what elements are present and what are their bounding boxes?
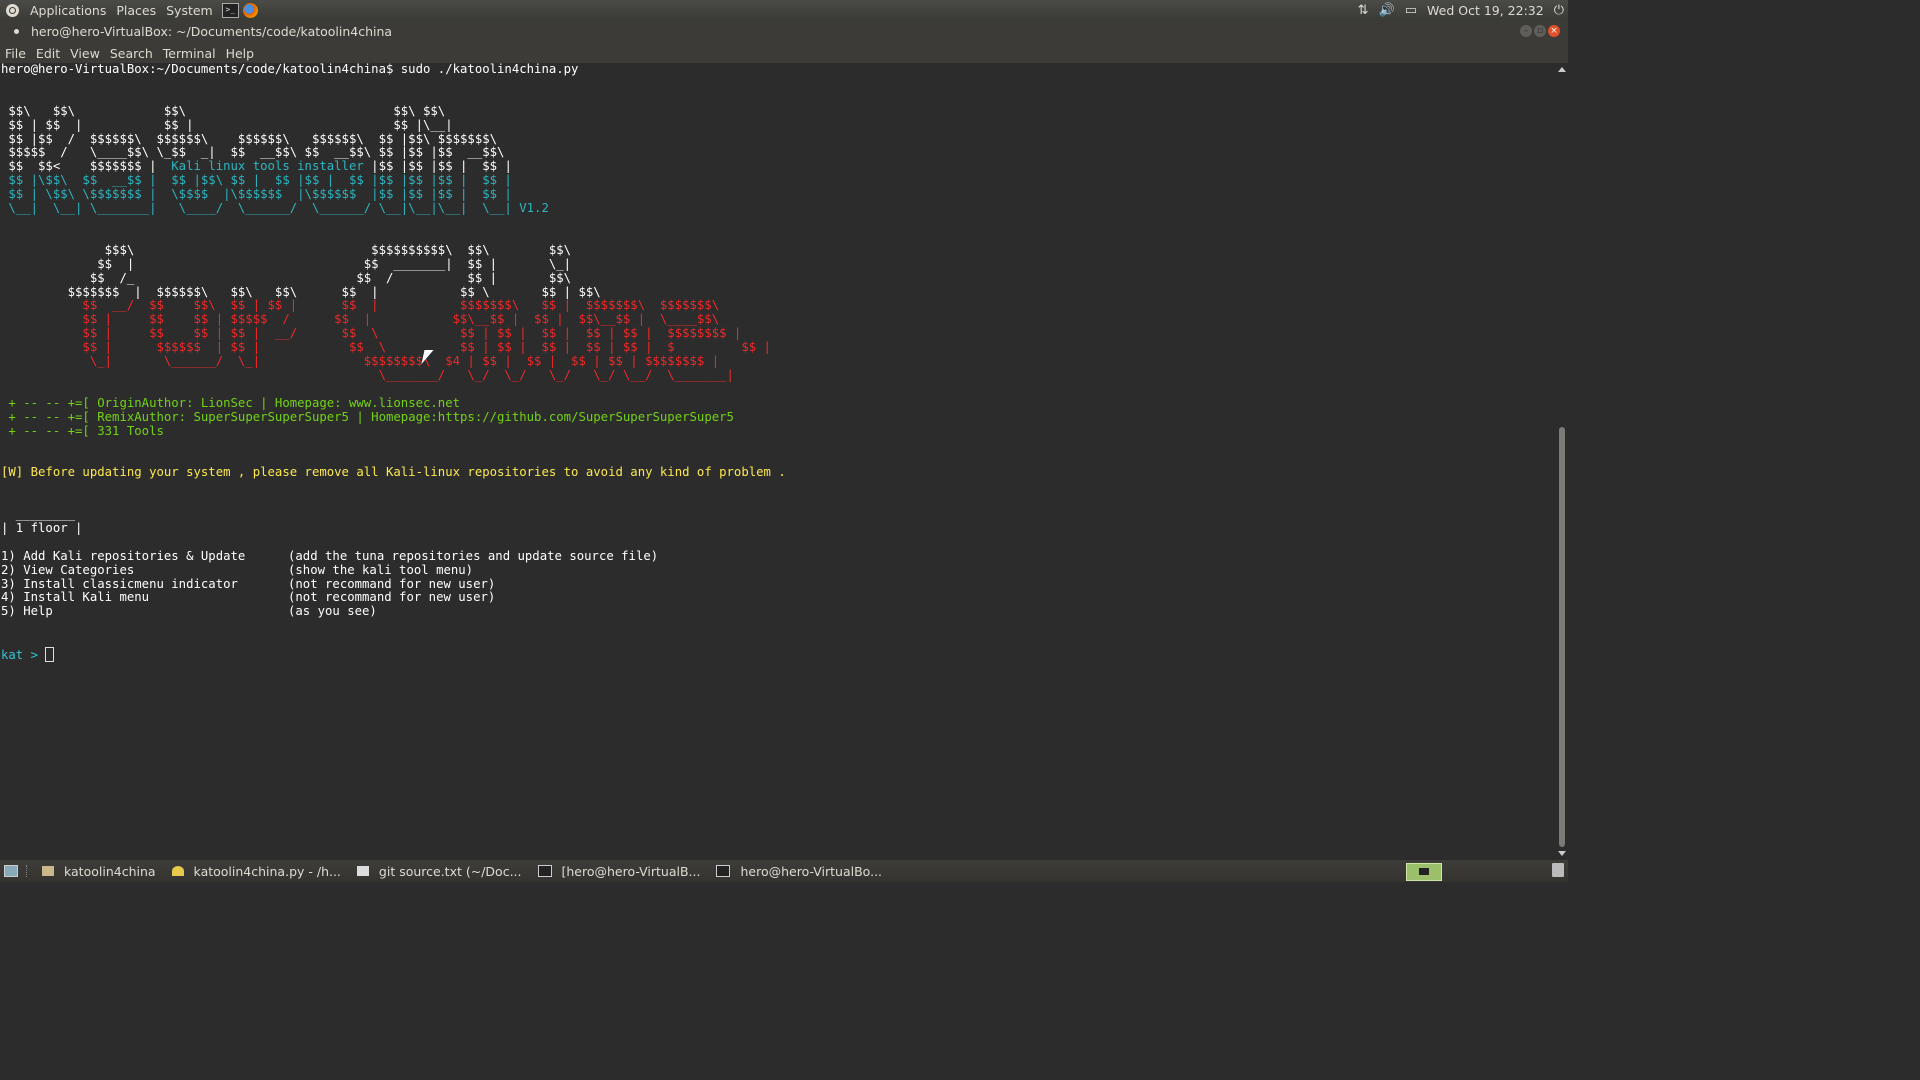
menu-search[interactable]: Search bbox=[105, 46, 158, 61]
menu-option-label: 4) Install Kali menu bbox=[1, 590, 150, 605]
menu-option-2: 2) View Categories (show the kali tool me… bbox=[0, 562, 1556, 578]
input-line[interactable]: kat > bbox=[0, 647, 1556, 663]
network-icon[interactable]: ⇅ bbox=[1358, 3, 1369, 18]
trash-icon[interactable] bbox=[1552, 863, 1564, 877]
window-titlebar[interactable]: hero@hero-VirtualBox: ~/Documents/code/k… bbox=[0, 20, 1568, 43]
menu-edit[interactable]: Edit bbox=[31, 46, 65, 61]
terminal-menubar: File Edit View Search Terminal Help bbox=[0, 43, 1568, 63]
menu-file[interactable]: File bbox=[0, 46, 31, 61]
scrollbar-thumb[interactable] bbox=[1559, 427, 1565, 847]
menu-option-desc: (not recommand for new user) bbox=[288, 590, 496, 605]
china-ascii-white: $$$\ $$$$$$$$$$\ $$\ $$\ $$ | $$ _______… bbox=[67, 242, 601, 299]
terminal-icon bbox=[537, 865, 552, 877]
version-label: V1.2 bbox=[511, 201, 549, 216]
gedit-icon bbox=[171, 866, 184, 876]
terminal-output[interactable]: hero@hero-VirtualBox:~/Documents/code/ka… bbox=[0, 63, 1556, 860]
workspace-switcher[interactable] bbox=[1406, 863, 1442, 881]
show-desktop-icon[interactable] bbox=[4, 865, 18, 877]
firefox-launcher-icon[interactable] bbox=[242, 2, 258, 18]
text-cursor[interactable] bbox=[45, 647, 55, 663]
taskbar-item[interactable]: git source.txt (~/Doc... bbox=[349, 860, 530, 882]
floor-label: | 1 floor | bbox=[1, 520, 83, 535]
info-prefix: + -- -- +=[ bbox=[1, 423, 98, 438]
command-line: hero@hero-VirtualBox:~/Documents/code/ka… bbox=[1, 63, 579, 76]
banner-last-line: \__| \__| \_______| \____/ \______/ \___… bbox=[0, 201, 1556, 216]
battery-icon[interactable]: ▭ bbox=[1405, 3, 1417, 18]
info-text: OriginAuthor: LionSec | Homepage: www.li… bbox=[97, 395, 461, 410]
menu-terminal[interactable]: Terminal bbox=[158, 46, 221, 61]
menu-option-desc: (add the tuna repositories and update so… bbox=[288, 548, 659, 563]
text-editor-icon bbox=[356, 866, 369, 876]
taskbar-item-label: [hero@hero-VirtualB... bbox=[561, 863, 701, 879]
taskbar-item[interactable]: hero@hero-VirtualBo... bbox=[708, 860, 890, 882]
clock[interactable]: Wed Oct 19, 22:32 bbox=[1427, 3, 1544, 18]
menu-help[interactable]: Help bbox=[221, 46, 260, 61]
info-line-origin: + -- -- +=[ OriginAuthor: LionSec | Home… bbox=[0, 395, 1556, 411]
minimize-icon[interactable]: – bbox=[1520, 25, 1532, 37]
banner-line5-post: |$$ |$$ |$$ | $$ | bbox=[363, 159, 512, 174]
taskbar-item-label: hero@hero-VirtualBo... bbox=[740, 863, 883, 879]
taskbar-item-label: git source.txt (~/Doc... bbox=[378, 863, 522, 879]
floor-box-top: ________ bbox=[1, 507, 76, 521]
banner-line5: $$ $$< $$$$$$$ | Kali linux tools instal… bbox=[0, 159, 1556, 174]
places-menu[interactable]: Places bbox=[111, 3, 161, 18]
info-line-tools: + -- -- +=[ 331 Tools bbox=[0, 423, 1556, 439]
terminal-launcher-icon[interactable]: >_ bbox=[221, 2, 239, 18]
banner-ascii-cyan: $$ |\$$\ $$ __$$ | $$ |$$\ $$ | $$ |$$ |… bbox=[8, 173, 512, 202]
scroll-down-icon[interactable] bbox=[1558, 851, 1566, 856]
window-title: hero@hero-VirtualBox: ~/Documents/code/k… bbox=[31, 24, 393, 39]
close-icon[interactable]: × bbox=[1548, 25, 1560, 37]
info-line-remix: + -- -- +=[ RemixAuthor: SuperSuperSuper… bbox=[0, 409, 1556, 425]
menu-option-5: 5) Help (as you see) bbox=[0, 604, 1556, 619]
banner-tagline: Kali linux tools installer bbox=[171, 159, 364, 174]
system-tray: ⇅ 🔊 ▭ Wed Oct 19, 22:32 ⏻ bbox=[1358, 0, 1568, 20]
ubuntu-logo-icon[interactable] bbox=[6, 3, 19, 17]
menu-option-desc: (as you see) bbox=[288, 604, 377, 619]
warning-message: [W] Before updating your system , please… bbox=[1, 465, 786, 480]
menu-option-desc: (show the kali tool menu) bbox=[288, 562, 474, 577]
taskbar-item-label: katoolin4china bbox=[64, 863, 156, 879]
menu-option-label: 3) Install classicmenu indicator bbox=[1, 576, 238, 591]
info-text: RemixAuthor: SuperSuperSuperSuper5 | Hom… bbox=[97, 409, 734, 424]
power-icon[interactable]: ⏻ bbox=[1554, 3, 1564, 18]
volume-icon[interactable]: 🔊 bbox=[1379, 3, 1395, 18]
taskbar-item[interactable]: katoolin4china.py - /h... bbox=[164, 860, 349, 882]
menu-option-label: 5) Help bbox=[1, 604, 53, 619]
menu-view[interactable]: View bbox=[65, 46, 105, 61]
panel-separator bbox=[26, 865, 29, 877]
folder-icon bbox=[42, 866, 54, 876]
scroll-up-icon[interactable] bbox=[1558, 67, 1566, 72]
window-menu-icon[interactable] bbox=[14, 29, 19, 34]
info-text: 331 Tools bbox=[97, 423, 164, 438]
maximize-icon[interactable]: ▫ bbox=[1534, 25, 1546, 37]
top-panel: Applications Places System >_ ⇅ 🔊 ▭ Wed … bbox=[0, 0, 1568, 20]
system-menu[interactable]: System bbox=[161, 3, 218, 18]
banner-last-art: \__| \__| \_______| \____/ \______/ \___… bbox=[1, 201, 512, 216]
taskbar-item[interactable]: katoolin4china bbox=[34, 860, 164, 882]
info-prefix: + -- -- +=[ bbox=[1, 409, 98, 424]
menu-option-label: 1) Add Kali repositories & Update bbox=[1, 548, 246, 563]
terminal-icon bbox=[716, 865, 731, 877]
menu-option-desc: (not recommand for new user) bbox=[288, 576, 496, 591]
menu-option-3: 3) Install classicmenu indicator (not rec… bbox=[0, 576, 1556, 592]
input-prompt: kat > bbox=[1, 648, 46, 663]
china-ascii-red: $$ __/ $$ $$\ $$ | $$ | $$ | $$$$$$$\ $$… bbox=[82, 298, 771, 382]
menu-option-label: 2) View Categories bbox=[1, 562, 135, 577]
applications-menu[interactable]: Applications bbox=[25, 3, 111, 18]
banner-line5-pre: $$ $$< $$$$$$$ | bbox=[1, 159, 172, 174]
window-controls: – ▫ × bbox=[1520, 25, 1560, 37]
taskbar-item-label: katoolin4china.py - /h... bbox=[193, 863, 341, 879]
taskbar-item[interactable]: [hero@hero-VirtualB... bbox=[530, 860, 709, 882]
terminal-scrollbar[interactable] bbox=[1556, 63, 1568, 860]
workspace-window-thumb bbox=[1419, 868, 1429, 875]
info-prefix: + -- -- +=[ bbox=[1, 395, 98, 410]
banner-ascii-white: $$\ $$\ $$\ $$\ $$\ $$ | $$ | $$ | $$ |\… bbox=[8, 103, 505, 160]
menu-option-1: 1) Add Kali repositories & Update (add th… bbox=[0, 548, 1556, 564]
menu-option-4: 4) Install Kali menu (not recommand for n… bbox=[0, 590, 1556, 605]
bottom-taskbar: katoolin4china katoolin4china.py - /h...… bbox=[0, 860, 1568, 882]
